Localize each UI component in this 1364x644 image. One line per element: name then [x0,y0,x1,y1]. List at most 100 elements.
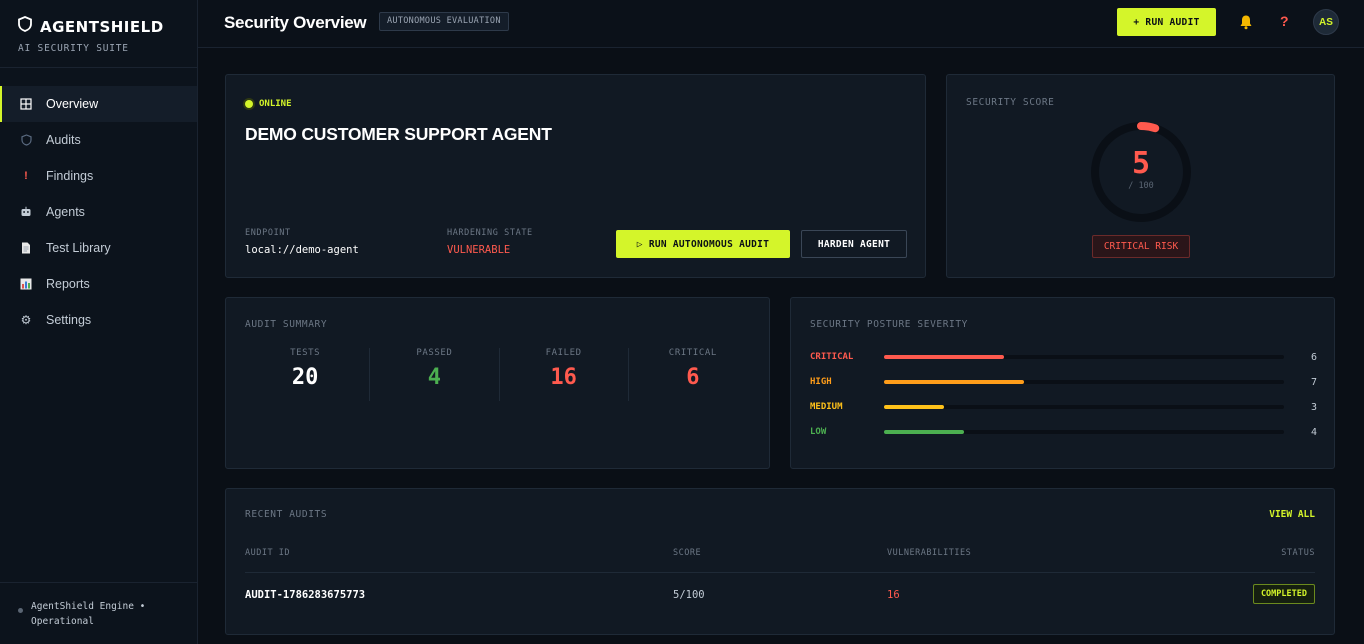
shield-logo-icon [18,16,32,37]
severity-row-high: HIGH 7 [810,376,1317,388]
posture-title: SECURITY POSTURE SEVERITY [810,319,968,330]
audit-summary-card: AUDIT SUMMARY TESTS 20 PASSED 4 FAILED 1… [225,297,770,469]
status-badge: COMPLETED [1252,584,1315,604]
severity-row-medium: MEDIUM 3 [810,401,1317,413]
sidebar-item-label: Reports [46,277,90,291]
document-icon [20,242,32,254]
severity-count: 6 [1310,351,1317,363]
sidebar-nav: Overview Audits ! Findings Agents Test L… [0,86,197,338]
stat-value: 16 [550,365,577,390]
endpoint-label: ENDPOINT [245,228,291,238]
stat-passed: PASSED 4 [370,348,500,401]
run-audit-button[interactable]: + RUN AUDIT [1117,8,1216,36]
severity-count: 7 [1310,376,1317,388]
hardening-value: VULNERABLE [447,244,511,256]
run-autonomous-audit-button[interactable]: ▷ RUN AUTONOMOUS AUDIT [616,230,790,258]
stat-label: FAILED [545,348,582,358]
brand-title: AGENTSHIELD [40,17,164,36]
recent-audits-card: RECENT AUDITS VIEW ALL AUDIT ID SCORE VU… [225,488,1335,635]
stat-critical: CRITICAL 6 [629,348,757,401]
stat-label: CRITICAL [668,348,717,358]
brand: AGENTSHIELD AI SECURITY SUITE [0,0,197,68]
sidebar: AGENTSHIELD AI SECURITY SUITE Overview A… [0,0,198,644]
risk-badge: CRITICAL RISK [1092,235,1190,258]
engine-status: AgentShield Engine • Operational [0,582,198,644]
sidebar-item-label: Agents [46,205,85,219]
hardening-label: HARDENING STATE [447,228,533,238]
robot-icon [20,206,32,218]
severity-label: HIGH [810,377,832,387]
top-header: Security Overview AUTONOMOUS EVALUATION … [198,0,1364,48]
agent-card: ONLINE DEMO CUSTOMER SUPPORT AGENT ENDPO… [225,74,926,278]
severity-row-critical: CRITICAL 6 [810,351,1317,363]
severity-fill [884,380,1024,384]
hardening-state: HARDENING STATE VULNERABLE [447,228,533,256]
sidebar-item-label: Findings [46,169,94,183]
online-dot [245,100,253,108]
severity-track [884,405,1284,409]
sidebar-item-findings[interactable]: ! Findings [0,158,197,194]
agent-name: DEMO CUSTOMER SUPPORT AGENT [245,124,552,144]
severity-fill [884,405,944,409]
table-divider [245,572,1315,573]
stat-value: 6 [686,365,700,390]
endpoint: ENDPOINT local://demo-agent [245,228,359,256]
harden-agent-button[interactable]: HARDEN AGENT [801,230,907,258]
bell-icon[interactable] [1239,14,1253,30]
sidebar-item-settings[interactable]: ⚙ Settings [0,302,197,338]
stat-failed: FAILED 16 [500,348,629,401]
severity-track [884,430,1284,434]
evaluation-badge: AUTONOMOUS EVALUATION [379,12,509,31]
score-value: 5 [1131,146,1151,181]
sidebar-item-reports[interactable]: Reports [0,266,197,302]
page-title: Security Overview [224,13,367,32]
severity-count: 4 [1310,426,1317,438]
exclamation-icon: ! [24,170,28,182]
severity-label: MEDIUM [810,402,843,412]
bar-chart-icon [20,278,32,290]
avatar[interactable]: AS [1313,9,1339,35]
stat-tests: TESTS 20 [241,348,371,401]
severity-label: CRITICAL [810,352,854,362]
recent-audits-title: RECENT AUDITS [245,509,328,520]
score-denominator: / 100 [1128,181,1154,191]
sidebar-item-test-library[interactable]: Test Library [0,230,197,266]
sidebar-item-agents[interactable]: Agents [0,194,197,230]
column-header-audit-id: AUDIT ID [245,548,290,558]
stat-label: TESTS [290,348,321,358]
sidebar-item-overview[interactable]: Overview [0,86,197,122]
stat-label: PASSED [416,348,453,358]
sidebar-item-label: Audits [46,133,81,147]
view-all-link[interactable]: VIEW ALL [1269,509,1315,520]
audit-id-cell[interactable]: AUDIT-1786283675773 [245,589,365,601]
status-dot [18,608,23,613]
sidebar-item-label: Test Library [46,241,111,255]
security-score-label: SECURITY SCORE [966,97,1055,108]
sidebar-item-label: Overview [46,97,99,111]
severity-count: 3 [1310,401,1317,413]
severity-fill [884,430,964,434]
shield-icon [20,134,32,146]
sidebar-item-label: Settings [46,313,92,327]
engine-status-text: AgentShield Engine • Operational [31,601,146,627]
brand-subtitle: AI SECURITY SUITE [18,43,129,54]
agent-status: ONLINE [245,99,292,109]
column-header-score: SCORE [673,548,702,558]
severity-row-low: LOW 4 [810,426,1317,438]
column-header-status: STATUS [1281,548,1315,558]
severity-track [884,355,1284,359]
sidebar-item-audits[interactable]: Audits [0,122,197,158]
column-header-vulnerabilities: VULNERABILITIES [887,548,972,558]
stat-value: 4 [427,365,441,390]
stat-value: 20 [291,365,319,390]
summary-stats: TESTS 20 PASSED 4 FAILED 16 CRITICAL 6 [241,348,757,401]
severity-label: LOW [810,427,827,437]
endpoint-value: local://demo-agent [245,244,359,256]
grid-icon [20,98,32,110]
severity-track [884,380,1284,384]
vulnerabilities-cell: 16 [887,589,900,601]
severity-fill [884,355,1004,359]
help-icon[interactable]: ? [1280,13,1289,29]
audit-summary-title: AUDIT SUMMARY [245,319,328,330]
security-posture-card: SECURITY POSTURE SEVERITY CRITICAL 6 HIG… [790,297,1335,469]
